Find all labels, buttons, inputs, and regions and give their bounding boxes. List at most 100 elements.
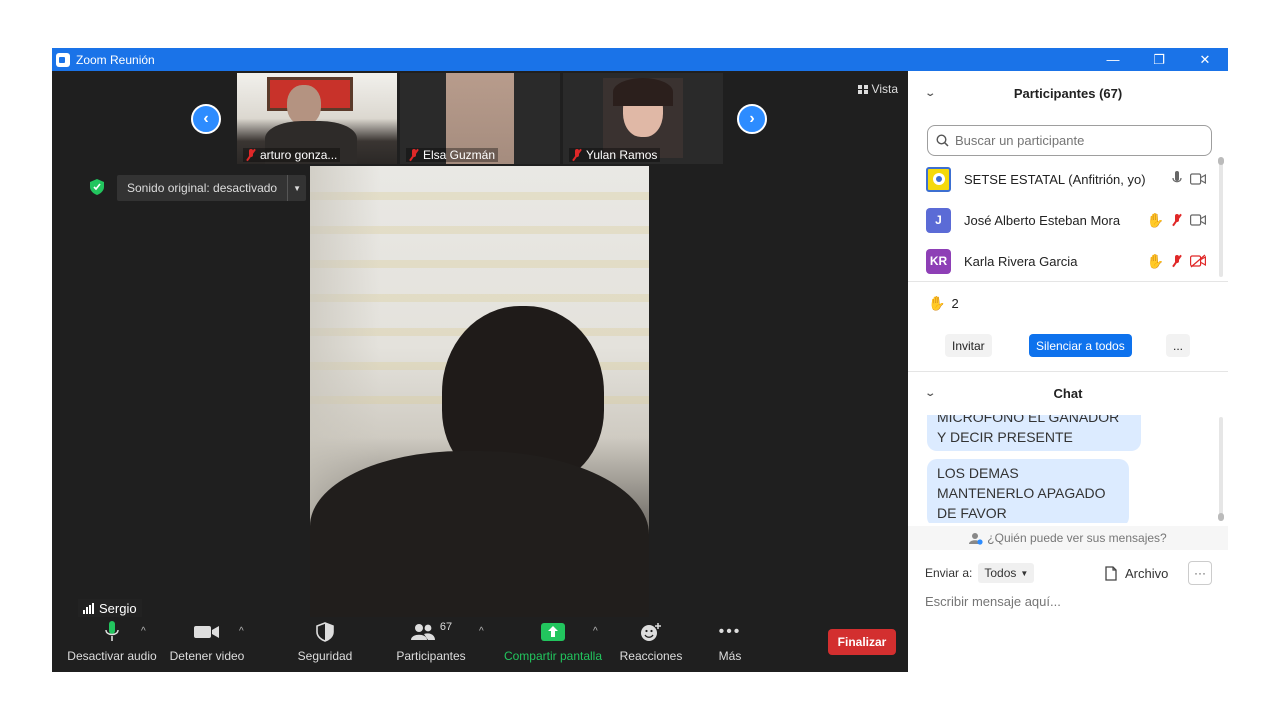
video-off-icon[interactable] bbox=[1190, 254, 1206, 268]
participant-row[interactable]: J José Alberto Esteban Mora ✋ bbox=[926, 205, 1206, 235]
send-to-row: Enviar a: Todos ▼ Archivo ··· bbox=[925, 561, 1215, 585]
raised-hands-number: 2 bbox=[951, 296, 959, 311]
view-button[interactable]: Vista bbox=[857, 82, 898, 96]
minimize-button[interactable]: — bbox=[1090, 48, 1136, 71]
raised-hand-icon: ✋ bbox=[1146, 252, 1164, 269]
reactions-button[interactable]: Reacciones bbox=[616, 617, 686, 672]
participant-name: SETSE ESTATAL (Anfitrión, yo) bbox=[964, 171, 1146, 187]
participant-search-input[interactable] bbox=[955, 133, 1195, 148]
main-video bbox=[310, 166, 649, 618]
share-options-caret[interactable]: ^ bbox=[593, 626, 598, 637]
participants-scrollbar[interactable] bbox=[1218, 157, 1224, 277]
chevron-down-icon[interactable]: ⌄ bbox=[924, 388, 936, 399]
participants-title: Participantes (67) bbox=[1013, 85, 1123, 101]
video-camera-icon bbox=[194, 626, 219, 638]
security-button[interactable]: Seguridad bbox=[292, 617, 358, 672]
thumbnail-video[interactable]: Yulan Ramos bbox=[563, 73, 723, 164]
mic-muted-icon[interactable] bbox=[1172, 214, 1182, 226]
signal-bars-icon bbox=[83, 603, 94, 614]
chat-messages: MICRÓFONO EL GANADOR Y DECIR PRESENTE LO… bbox=[908, 415, 1228, 523]
chevron-down-icon[interactable]: ⌄ bbox=[924, 88, 936, 99]
close-button[interactable]: ✕ bbox=[1182, 48, 1228, 71]
chevron-right-icon: › bbox=[749, 110, 755, 127]
chevron-down-icon: ▼ bbox=[293, 183, 302, 193]
participant-search[interactable] bbox=[927, 125, 1212, 156]
participant-row[interactable]: SETSE ESTATAL (Anfitrión, yo) bbox=[926, 164, 1206, 194]
video-camera-icon[interactable] bbox=[1190, 214, 1206, 226]
thumbnail-video[interactable]: arturo gonza... bbox=[237, 73, 397, 164]
view-label: Vista bbox=[871, 82, 898, 96]
microphone-icon[interactable] bbox=[1172, 171, 1182, 187]
zoom-app-icon bbox=[56, 52, 70, 67]
restore-button[interactable]: ❐ bbox=[1136, 48, 1182, 71]
divider bbox=[908, 281, 1228, 282]
microphone-icon bbox=[105, 621, 119, 641]
chat-message: MICRÓFONO EL GANADOR Y DECIR PRESENTE bbox=[927, 415, 1141, 451]
send-to-dropdown[interactable]: Todos ▼ bbox=[978, 563, 1035, 583]
more-label: Más bbox=[718, 649, 742, 663]
meeting-area: ‹ arturo gonza... Elsa Guzmán Yulan Ramo… bbox=[52, 71, 908, 672]
participant-hair bbox=[613, 78, 673, 106]
raised-hand-icon: ✋ bbox=[1146, 211, 1164, 228]
participants-icon bbox=[410, 624, 435, 640]
stop-video-button[interactable]: Detener video bbox=[164, 617, 250, 672]
chat-header[interactable]: ⌄ Chat bbox=[908, 373, 1228, 413]
share-screen-button[interactable]: Compartir pantalla bbox=[500, 617, 606, 672]
participant-row[interactable]: KR Karla Rivera Garcia ✋ bbox=[926, 246, 1206, 276]
mute-all-button[interactable]: Silenciar a todos bbox=[1029, 334, 1132, 357]
reaction-emoji-icon bbox=[641, 623, 661, 641]
avatar bbox=[926, 166, 951, 192]
thumbnail-name: Yulan Ramos bbox=[586, 148, 658, 162]
participants-options-caret[interactable]: ^ bbox=[479, 626, 484, 637]
chat-more-button[interactable]: ··· bbox=[1188, 561, 1212, 585]
chevron-left-icon: ‹ bbox=[203, 110, 209, 127]
audio-options-caret[interactable]: ^ bbox=[141, 626, 146, 637]
divider bbox=[908, 371, 1228, 372]
previous-page-button[interactable]: ‹ bbox=[191, 104, 221, 134]
send-to-value: Todos bbox=[984, 566, 1017, 580]
who-can-see-text: ¿Quién puede ver sus mensajes? bbox=[987, 531, 1167, 545]
thumbnail-video[interactable]: Elsa Guzmán bbox=[400, 73, 560, 164]
video-camera-icon[interactable] bbox=[1190, 173, 1206, 185]
end-meeting-button[interactable]: Finalizar bbox=[828, 629, 896, 655]
encryption-shield-icon[interactable] bbox=[88, 178, 106, 196]
speaker-body bbox=[310, 451, 649, 618]
active-speaker-tag: Sergio bbox=[78, 599, 142, 618]
title-bar: Zoom Reunión — ❐ ✕ bbox=[52, 48, 1228, 71]
send-to-label: Enviar a: bbox=[925, 566, 973, 580]
chat-scrollbar[interactable] bbox=[1218, 417, 1224, 521]
mute-audio-label: Desactivar audio bbox=[67, 649, 157, 663]
participant-name: Karla Rivera Garcia bbox=[964, 253, 1078, 269]
more-options-button[interactable]: ... bbox=[1166, 334, 1191, 357]
zoom-window: Zoom Reunión — ❐ ✕ ‹ arturo gonza... Els… bbox=[52, 48, 1228, 672]
more-button[interactable]: ••• Más bbox=[704, 617, 756, 672]
chat-title: Chat bbox=[1053, 385, 1083, 401]
mic-muted-icon bbox=[572, 149, 582, 161]
share-screen-icon bbox=[541, 623, 565, 641]
mute-audio-button[interactable]: Desactivar audio bbox=[62, 617, 162, 672]
original-sound-dropdown[interactable]: Sonido original: desactivado ▼ bbox=[117, 175, 307, 201]
ellipsis-icon: ··· bbox=[1194, 566, 1206, 580]
avatar: KR bbox=[926, 248, 951, 274]
person-icon bbox=[969, 532, 983, 545]
thumbnail-name-tag: Yulan Ramos bbox=[569, 148, 661, 162]
mic-muted-icon[interactable] bbox=[1172, 255, 1182, 267]
raised-hands-count: ✋ 2 bbox=[928, 295, 959, 312]
next-page-button[interactable]: › bbox=[737, 104, 767, 134]
reactions-label: Reacciones bbox=[619, 649, 683, 663]
participants-header[interactable]: ⌄ Participantes (67) bbox=[908, 73, 1228, 113]
participants-button[interactable]: 67 Participantes bbox=[394, 617, 468, 672]
mic-muted-icon bbox=[246, 149, 256, 161]
chat-message-input[interactable] bbox=[925, 589, 1215, 613]
chat-message: LOS DEMAS MANTENERLO APAGADO DE FAVOR bbox=[927, 459, 1129, 523]
file-button[interactable]: Archivo bbox=[1105, 561, 1168, 585]
video-options-caret[interactable]: ^ bbox=[239, 626, 244, 637]
avatar: J bbox=[926, 207, 951, 233]
organization-logo-icon bbox=[932, 173, 945, 185]
who-can-see-link[interactable]: ¿Quién puede ver sus mensajes? bbox=[908, 526, 1228, 550]
search-icon bbox=[936, 134, 949, 147]
window-title: Zoom Reunión bbox=[76, 52, 155, 67]
invite-button[interactable]: Invitar bbox=[945, 334, 992, 357]
participants-label: Participantes bbox=[396, 649, 466, 663]
side-panel: ⌄ Participantes (67) SETSE ESTATAL (Anfi… bbox=[908, 71, 1228, 672]
